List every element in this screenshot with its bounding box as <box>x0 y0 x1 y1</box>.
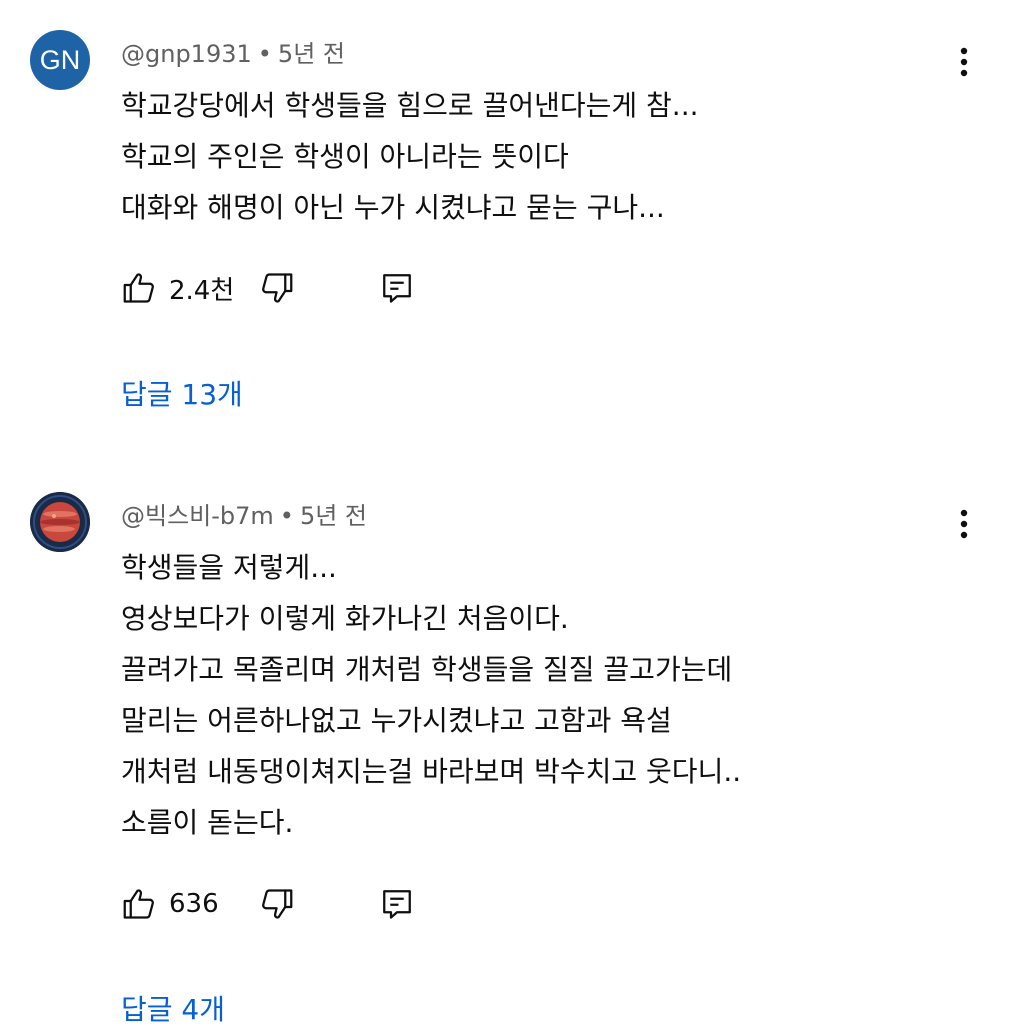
comment-time[interactable]: 5년 전 <box>278 40 345 68</box>
comment-time[interactable]: 5년 전 <box>300 502 367 530</box>
replies-link[interactable]: 답글 13개 <box>121 375 243 415</box>
planet-avatar-icon <box>30 492 90 552</box>
thumbs-up-icon[interactable] <box>121 886 157 922</box>
like-count: 2.4천 <box>169 275 235 306</box>
avatar[interactable] <box>30 492 90 552</box>
thumbs-down-icon[interactable] <box>259 886 295 922</box>
comment-line: 학교강당에서 학생들을 힘으로 끌어낸다는게 참... <box>121 89 699 122</box>
more-vertical-icon[interactable] <box>946 504 982 544</box>
comment-meta: @gnp1931 • 5년 전 <box>121 38 345 70</box>
comment-line: 영상보다가 이렇게 화가나긴 처음이다. <box>121 602 569 635</box>
comment-line: 소름이 돋는다. <box>121 806 294 839</box>
comment-line: 끌려가고 목졸리며 개처럼 학생들을 질질 끌고가는데 <box>121 653 733 686</box>
comment-actions: 636 <box>121 882 415 926</box>
reply-comment-icon[interactable] <box>379 270 415 306</box>
comment-line: 학생들을 저렇게... <box>121 551 337 584</box>
comment-meta: @빅스비-b7m • 5년 전 <box>121 500 367 532</box>
thumbs-up-icon[interactable] <box>121 270 157 306</box>
comment-text: 학교강당에서 학생들을 힘으로 끌어낸다는게 참... 학교의 주인은 학생이 … <box>121 80 699 233</box>
like-count: 636 <box>169 889 219 919</box>
author-handle[interactable]: @gnp1931 <box>121 40 252 68</box>
comment-line: 대화와 해명이 아닌 누가 시켰냐고 묻는 구나... <box>121 191 665 224</box>
comment-line: 말리는 어른하나없고 누가시켰냐고 고함과 욕설 <box>121 704 672 737</box>
comment-actions: 2.4천 <box>121 266 415 310</box>
meta-separator: • <box>257 40 272 68</box>
avatar[interactable]: GN <box>30 30 90 90</box>
comment-line: 학교의 주인은 학생이 아니라는 뜻이다 <box>121 140 569 173</box>
comment-line: 개처럼 내동댕이쳐지는걸 바라보며 박수치고 웃다니.. <box>121 755 742 788</box>
more-vertical-icon[interactable] <box>946 42 982 82</box>
reply-comment-icon[interactable] <box>379 886 415 922</box>
author-handle[interactable]: @빅스비-b7m <box>121 502 274 530</box>
meta-separator: • <box>279 502 294 530</box>
avatar-initials: GN <box>39 44 81 75</box>
replies-link[interactable]: 답글 4개 <box>121 990 225 1030</box>
thumbs-down-icon[interactable] <box>259 270 295 306</box>
comment-text: 학생들을 저렇게... 영상보다가 이렇게 화가나긴 처음이다. 끌려가고 목졸… <box>121 542 741 848</box>
